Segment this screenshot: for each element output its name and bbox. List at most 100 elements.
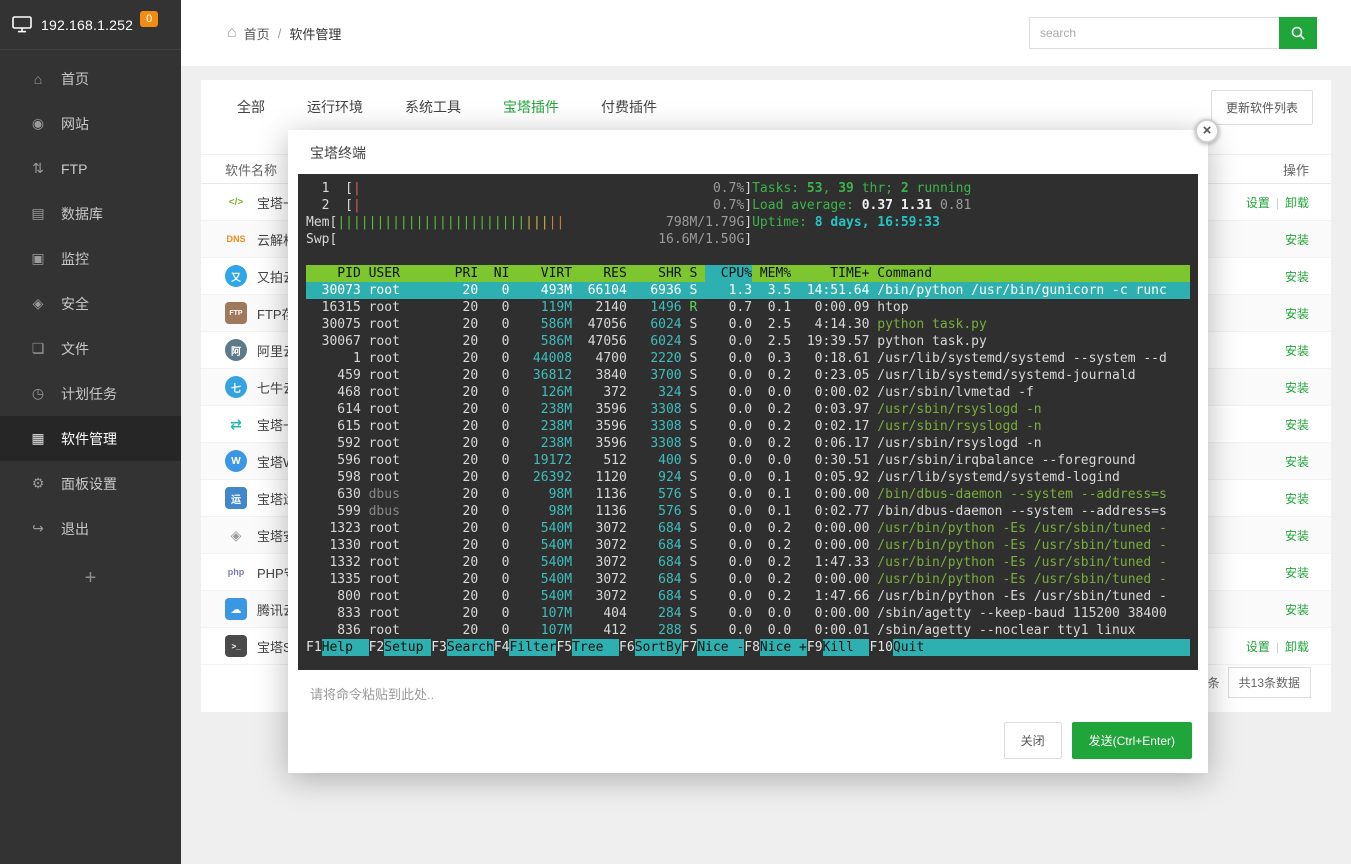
message-badge[interactable]: 0 (140, 11, 158, 27)
process-row[interactable]: 459root2003681238403700S0.00.20:23.05/us… (306, 367, 1190, 384)
server-host[interactable]: 192.168.1.252 0 (0, 0, 181, 50)
search-input[interactable] (1029, 17, 1279, 49)
install-link[interactable]: 安装 (1285, 418, 1309, 432)
process-row[interactable]: 1332root200540M3072684S0.00.21:47.33/usr… (306, 554, 1190, 571)
fkey-f4[interactable]: F4 (494, 639, 510, 656)
sidebar-item-logout[interactable]: ↪退出 (0, 506, 181, 551)
fkey-f3[interactable]: F3 (431, 639, 447, 656)
sidebar-item-security[interactable]: ◈安全 (0, 281, 181, 326)
column-s[interactable]: S (682, 265, 705, 282)
tab-4[interactable]: 宝塔插件 (503, 97, 559, 117)
process-row[interactable]: 30067root200586M470566024S0.02.519:39.57… (306, 333, 1190, 350)
process-row[interactable]: 836root200107M412288S0.00.00:00.01/sbin/… (306, 622, 1190, 639)
install-link[interactable]: 安装 (1285, 492, 1309, 506)
sidebar-item-monitor[interactable]: ▣监控 (0, 236, 181, 281)
column-mem[interactable]: MEM% (752, 265, 791, 282)
modal-close-button[interactable]: × (1195, 119, 1219, 143)
process-row[interactable]: 468root200126M372324S0.00.00:00.02/usr/s… (306, 384, 1190, 401)
fkey-f7[interactable]: F7 (682, 639, 698, 656)
process-row[interactable]: 598root200263921120924S0.00.10:05.92/usr… (306, 469, 1190, 486)
command-input[interactable] (288, 670, 1208, 718)
upyun-icon: 又 (225, 265, 247, 287)
process-row[interactable]: 1330root200540M3072684S0.00.20:00.00/usr… (306, 537, 1190, 554)
cpu-meter-1: 1 [|0.7%] (306, 180, 752, 197)
memory-meter: Mem[|||||||||||||||||||||||||||||798M/1.… (306, 214, 752, 231)
process-row[interactable]: 16315root200119M21401496R0.70.10:00.09ht… (306, 299, 1190, 316)
column-pid[interactable]: PID (306, 265, 361, 282)
aliyun-icon: 阿 (225, 339, 247, 361)
install-link[interactable]: 安装 (1285, 233, 1309, 247)
fkey-label: Nice + (760, 639, 807, 656)
fkey-label: Kill (823, 639, 870, 656)
fkey-label: Tree (572, 639, 619, 656)
column-cmd[interactable]: Command (877, 265, 1190, 282)
process-row[interactable]: 30075root200586M470566024S0.02.54:14.30p… (306, 316, 1190, 333)
process-row[interactable]: 592root200238M35963308S0.00.20:06.17/usr… (306, 435, 1190, 452)
tab-3[interactable]: 系统工具 (405, 97, 461, 117)
fkey-f6[interactable]: F6 (619, 639, 635, 656)
process-row[interactable]: 800root200540M3072684S0.00.21:47.66/usr/… (306, 588, 1190, 605)
search-button[interactable] (1279, 17, 1317, 49)
install-link[interactable]: 安装 (1285, 455, 1309, 469)
sidebar-item-config[interactable]: ⚙面板设置 (0, 461, 181, 506)
fkey-f8[interactable]: F8 (744, 639, 760, 656)
process-row[interactable]: 596root20019172512400S0.00.00:30.51/usr/… (306, 452, 1190, 469)
fkey-f9[interactable]: F9 (807, 639, 823, 656)
settings-link[interactable]: 设置 (1246, 196, 1270, 210)
sidebar-item-soft[interactable]: ▦软件管理 (0, 416, 181, 461)
column-ni[interactable]: NI (478, 265, 509, 282)
sidebar-item-ftp[interactable]: ⇅FTP (0, 146, 181, 191)
install-link[interactable]: 安装 (1285, 566, 1309, 580)
process-row[interactable]: 30073root200493M661046936S1.33.514:51.64… (306, 282, 1190, 299)
process-row[interactable]: 614root200238M35963308S0.00.20:03.97/usr… (306, 401, 1190, 418)
breadcrumb-home[interactable]: 首页 (244, 24, 270, 43)
column-time[interactable]: TIME+ (791, 265, 869, 282)
close-button[interactable]: 关闭 (1004, 722, 1062, 759)
topbar: ⌂ 首页 / 软件管理 (181, 0, 1351, 66)
install-link[interactable]: 安装 (1285, 270, 1309, 284)
send-button[interactable]: 发送(Ctrl+Enter) (1072, 722, 1192, 759)
sidebar-item-cron[interactable]: ◷计划任务 (0, 371, 181, 416)
install-link[interactable]: 安装 (1285, 344, 1309, 358)
htop-process-list: 30073root200493M661046936S1.33.514:51.64… (306, 282, 1190, 639)
tab-2[interactable]: 运行环境 (307, 97, 363, 117)
install-link[interactable]: 安装 (1285, 603, 1309, 617)
column-cpu[interactable]: CPU% (705, 265, 752, 282)
process-row[interactable]: 1335root200540M3072684S0.00.20:00.00/usr… (306, 571, 1190, 588)
htop-header: PID USERPRINIVIRTRESSHRSCPU%MEM%TIME+ Comm… (306, 265, 1190, 282)
process-row[interactable]: 1root2004400847002220S0.00.30:18.61/usr/… (306, 350, 1190, 367)
fkey-f1[interactable]: F1 (306, 639, 322, 656)
column-action: 操作 (1283, 160, 1309, 179)
install-link[interactable]: 安装 (1285, 307, 1309, 321)
process-row[interactable]: 599dbus20098M1136576S0.00.10:02.77/bin/d… (306, 503, 1190, 520)
add-shortcut-button[interactable]: + (0, 567, 181, 590)
process-row[interactable]: 615root200238M35963308S0.00.20:02.17/usr… (306, 418, 1190, 435)
close-icon: × (1203, 122, 1212, 139)
uninstall-link[interactable]: 卸载 (1285, 640, 1309, 654)
sidebar-item-files[interactable]: ❏文件 (0, 326, 181, 371)
tab-1[interactable]: 全部 (237, 97, 265, 117)
process-row[interactable]: 833root200107M404284S0.00.00:00.00/sbin/… (306, 605, 1190, 622)
update-software-list-button[interactable]: 更新软件列表 (1211, 90, 1313, 125)
column-res[interactable]: RES (572, 265, 627, 282)
column-virt[interactable]: VIRT (509, 265, 572, 282)
sidebar-item-database[interactable]: ▤数据库 (0, 191, 181, 236)
fkey-f5[interactable]: F5 (556, 639, 572, 656)
fkey-f10[interactable]: F10 (869, 639, 892, 656)
process-row[interactable]: 1323root200540M3072684S0.00.20:00.00/usr… (306, 520, 1190, 537)
column-user[interactable]: USER (369, 265, 447, 282)
uninstall-link[interactable]: 卸载 (1285, 196, 1309, 210)
column-shr[interactable]: SHR (627, 265, 682, 282)
fkey-f2[interactable]: F2 (369, 639, 385, 656)
terminal-screen[interactable]: 1 [|0.7%]Tasks: 53, 39 thr; 2 running 2 … (298, 174, 1198, 670)
sidebar-item-label: 网站 (61, 114, 89, 134)
sidebar-item-home[interactable]: ⌂首页 (0, 56, 181, 101)
settings-link[interactable]: 设置 (1246, 640, 1270, 654)
process-row[interactable]: 630dbus20098M1136576S0.00.10:00.00/bin/d… (306, 486, 1190, 503)
tab-5[interactable]: 付费插件 (601, 97, 657, 117)
sidebar-item-site[interactable]: ◉网站 (0, 101, 181, 146)
column-pri[interactable]: PRI (447, 265, 478, 282)
terminal-plugin-icon: >_ (225, 635, 247, 657)
install-link[interactable]: 安装 (1285, 381, 1309, 395)
install-link[interactable]: 安装 (1285, 529, 1309, 543)
